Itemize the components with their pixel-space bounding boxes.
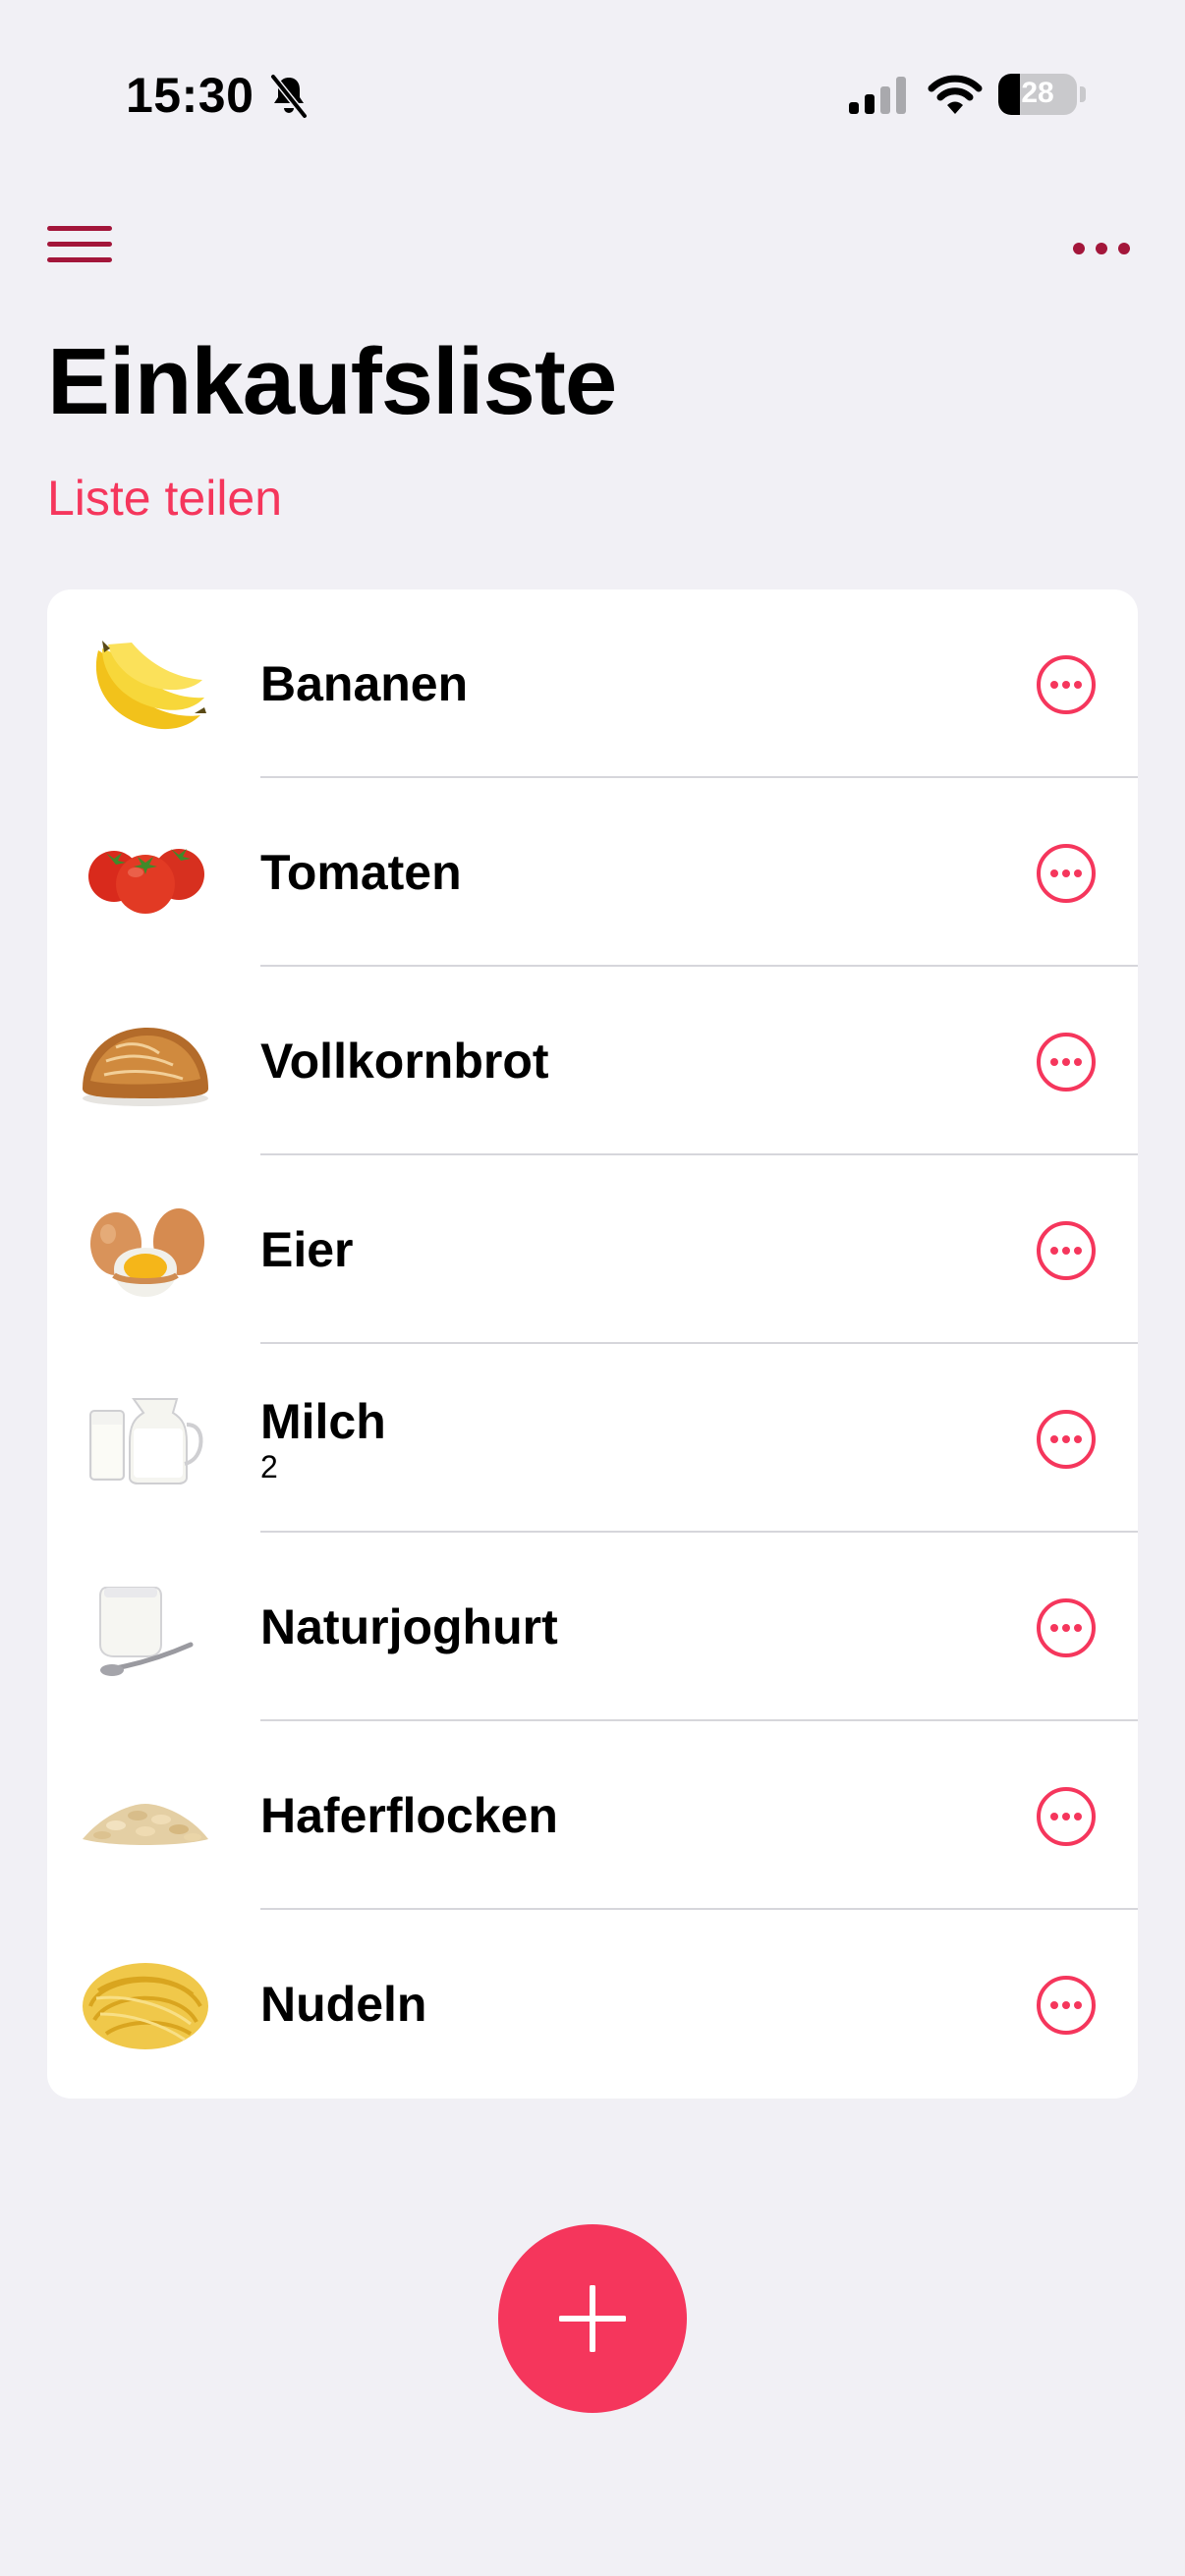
milk-image	[89, 1398, 203, 1484]
item-name: Tomaten	[260, 845, 462, 900]
page-title: Einkaufsliste	[47, 329, 617, 434]
item-options-icon[interactable]	[1036, 1409, 1097, 1470]
item-options-icon[interactable]	[1036, 843, 1097, 904]
list-item[interactable]: Bananen	[47, 589, 1138, 778]
cellular-signal-icon	[849, 77, 906, 114]
item-quantity: 2	[260, 1449, 278, 1484]
wifi-icon	[928, 75, 983, 114]
item-text: Milch 2	[260, 1344, 386, 1533]
list-item[interactable]: Naturjoghurt	[47, 1533, 1138, 1721]
item-name: Vollkornbrot	[260, 1034, 549, 1089]
list-item[interactable]: Tomaten	[47, 778, 1138, 967]
share-list-link[interactable]: Liste teilen	[47, 470, 282, 527]
item-options-icon[interactable]	[1036, 1597, 1097, 1658]
list-item[interactable]: Vollkornbrot	[47, 967, 1138, 1155]
item-text: Tomaten	[260, 778, 462, 967]
list-item[interactable]: Milch 2	[47, 1344, 1138, 1533]
eggs-image	[90, 1208, 204, 1297]
item-text: Eier	[260, 1155, 354, 1344]
item-text: Vollkornbrot	[260, 967, 549, 1155]
item-text: Naturjoghurt	[260, 1533, 558, 1721]
banana-image	[95, 641, 206, 730]
list-item[interactable]: Nudeln	[47, 1910, 1138, 2099]
battery-cap	[1080, 86, 1086, 102]
item-name: Naturjoghurt	[260, 1599, 558, 1654]
status-bar: 15:30 28	[0, 0, 1185, 196]
add-item-button[interactable]	[498, 2224, 687, 2413]
oats-image	[83, 1804, 208, 1845]
item-name: Eier	[260, 1222, 354, 1277]
item-name: Haferflocken	[260, 1788, 558, 1843]
item-name: Milch	[260, 1394, 386, 1449]
item-name: Nudeln	[260, 1977, 427, 2032]
plus-icon	[559, 2285, 626, 2352]
yogurt-image	[99, 1587, 194, 1676]
shopping-list: Bananen Tomaten Vollkornbrot Eier Milch …	[47, 589, 1138, 2099]
item-name: Bananen	[260, 656, 469, 711]
item-options-icon[interactable]	[1036, 654, 1097, 715]
list-item[interactable]: Haferflocken	[47, 1721, 1138, 1910]
bell-muted-icon	[270, 74, 308, 119]
item-options-icon[interactable]	[1036, 1220, 1097, 1281]
ellipsis-icon[interactable]	[1071, 234, 1132, 263]
item-options-icon[interactable]	[1036, 1786, 1097, 1847]
bread-image	[83, 1028, 208, 1106]
item-text: Nudeln	[260, 1910, 426, 2099]
item-options-icon[interactable]	[1036, 1032, 1097, 1092]
status-time: 15:30	[126, 68, 254, 123]
list-item[interactable]: Eier	[47, 1155, 1138, 1344]
item-text: Bananen	[260, 589, 468, 778]
item-text: Haferflocken	[260, 1721, 558, 1910]
tomato-image	[88, 849, 204, 914]
hamburger-menu-icon[interactable]	[47, 226, 112, 265]
pasta-image	[83, 1963, 208, 2049]
item-options-icon[interactable]	[1036, 1975, 1097, 2036]
battery-icon: 28	[998, 74, 1077, 115]
battery-level-text: 28	[1021, 77, 1054, 109]
